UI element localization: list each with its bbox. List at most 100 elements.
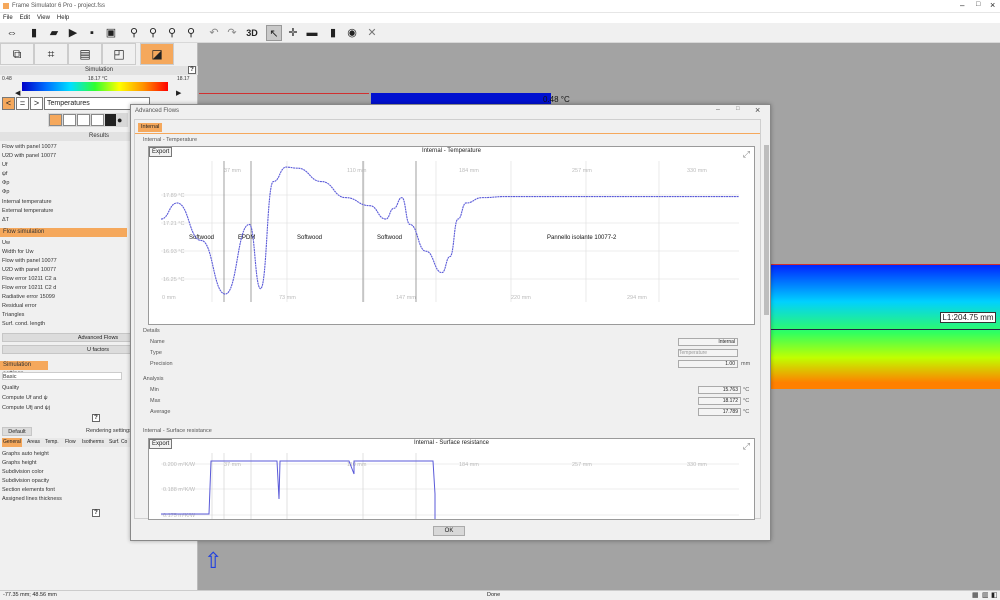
maximize-icon[interactable]: □	[976, 1, 980, 8]
flow-row[interactable]: Surf. cond. length	[2, 320, 45, 328]
region-label: Pannello isolante 10077-2	[547, 235, 617, 241]
result-row[interactable]: U2D with panel 10077	[2, 152, 56, 160]
render-row[interactable]: Graphs auto height	[2, 450, 49, 458]
tab-flow[interactable]: Flow	[65, 438, 76, 447]
type-select[interactable]: Temperature	[678, 349, 738, 357]
pan-arrows-icon[interactable]: ⇔	[4, 25, 20, 41]
help-icon[interactable]: ?	[92, 509, 100, 517]
drop-icon[interactable]: ●	[117, 114, 127, 126]
basic-select[interactable]: Basic	[2, 372, 122, 380]
bottom-tick-label: 0 mm	[162, 295, 176, 301]
maximize-icon[interactable]: □	[736, 106, 740, 112]
menu-file[interactable]: File	[3, 13, 13, 23]
tab-surf[interactable]: Surf. Co	[109, 438, 127, 447]
zoom-window-icon[interactable]: ⚲	[145, 25, 161, 41]
select-pointer-icon[interactable]: ↖	[266, 25, 282, 41]
result-row[interactable]: ΔT	[2, 216, 9, 224]
result-row[interactable]: Uf	[2, 161, 8, 169]
tab-internal[interactable]: Internal	[138, 123, 163, 132]
flow-row[interactable]: Flow error 10211 C2 d	[2, 284, 56, 292]
mixed-mode-icon[interactable]	[91, 114, 104, 126]
next-button[interactable]: >	[30, 97, 43, 110]
precision-input[interactable]: 1.00	[678, 360, 738, 368]
new-file-icon[interactable]: ▮	[26, 25, 42, 41]
flow-row[interactable]: Residual error	[2, 302, 37, 310]
help-icon[interactable]: ?	[92, 414, 100, 422]
zoom-in-icon[interactable]: ⚲	[126, 25, 142, 41]
render-row[interactable]: Subdivision color	[2, 468, 44, 476]
scale-right-arrow-icon[interactable]: ▶	[176, 89, 181, 97]
flow-row[interactable]: Flow with panel 10077	[2, 257, 57, 265]
save-icon[interactable]: ▪	[84, 25, 100, 41]
top-tick-label: 184 mm	[459, 168, 479, 174]
tab-areas[interactable]: Areas	[27, 438, 40, 447]
tab-simulation[interactable]: ◪	[140, 43, 174, 65]
view-3d-button[interactable]: 3D	[244, 25, 260, 41]
cursor-point-icon[interactable]: ✛	[285, 25, 301, 41]
grid-icon[interactable]: ▦	[972, 591, 979, 600]
result-row[interactable]: Internal temperature	[2, 198, 52, 206]
zoom-fit-icon[interactable]: ⚲	[183, 25, 199, 41]
prev-button[interactable]: <	[2, 97, 15, 110]
render-row[interactable]: Graphs height	[2, 459, 37, 467]
flow-row[interactable]: Triangles	[2, 311, 24, 319]
axis-arrow-icon: ⇧	[204, 548, 223, 573]
lines-mode-icon[interactable]	[63, 114, 76, 126]
result-row[interactable]: Φp	[2, 188, 9, 196]
minimize-icon[interactable]: –	[960, 1, 964, 10]
result-row[interactable]: Φp	[2, 179, 9, 187]
dialog-scrollbar[interactable]	[764, 145, 769, 315]
scale-left-arrow-icon[interactable]: ◀	[15, 89, 20, 97]
flow-row[interactable]: U2D with panel 10077	[2, 266, 56, 274]
undo-icon[interactable]: ↶	[206, 25, 222, 41]
tab-grid[interactable]: ⌗	[34, 43, 68, 65]
layout-icon[interactable]: ▥	[982, 591, 989, 600]
open-folder-icon[interactable]: ▰	[46, 25, 62, 41]
render-row[interactable]: Section elements font	[2, 486, 55, 494]
flow-row[interactable]: Uw	[2, 239, 10, 247]
flow-simulation-header[interactable]: Flow simulation	[0, 228, 127, 237]
menu-edit[interactable]: Edit	[20, 13, 30, 23]
setting-row[interactable]: Compute Uf and ψ	[2, 394, 48, 402]
tab-isotherms[interactable]: Isotherms	[82, 438, 104, 447]
result-row[interactable]: ψf	[2, 170, 7, 178]
export-icon[interactable]: ▶	[65, 25, 81, 41]
menu-view[interactable]: View	[37, 13, 50, 23]
outline-mode-icon[interactable]	[77, 114, 90, 126]
close-icon[interactable]: ×	[990, 0, 995, 10]
flow-row[interactable]: Width for Uw	[2, 248, 33, 256]
redo-icon[interactable]: ↷	[224, 25, 240, 41]
setting-row[interactable]: Quality	[2, 384, 19, 392]
name-field[interactable]: Internal	[678, 338, 738, 346]
tab-boundary[interactable]: ◰	[102, 43, 136, 65]
equal-button[interactable]: =	[16, 97, 29, 110]
minimize-icon[interactable]: –	[716, 106, 720, 113]
flow-row[interactable]: Flow error 10211 C2 a	[2, 275, 56, 283]
menu-help[interactable]: Help	[57, 13, 69, 23]
result-row[interactable]: External temperature	[2, 207, 53, 215]
render-row[interactable]: Subdivision opacity	[2, 477, 49, 485]
help-icon[interactable]: ?	[188, 66, 196, 74]
setting-row[interactable]: Compute Ufj and ψj	[2, 404, 50, 412]
zoom-out-icon[interactable]: ⚲	[164, 25, 180, 41]
tab-materials[interactable]: ▤	[68, 43, 102, 65]
render-row[interactable]: Assigned lines thickness	[2, 495, 62, 503]
disabled-cross-icon[interactable]: ✕	[364, 25, 380, 41]
measure-ruler-icon[interactable]: ▬	[304, 25, 320, 41]
flow-row[interactable]: Radiative error 15099	[2, 293, 55, 301]
tab-geometry[interactable]: ⧉	[0, 43, 34, 65]
boundary-line	[199, 93, 369, 94]
comment-icon[interactable]: ▮	[325, 25, 341, 41]
snap-icon[interactable]: ◧	[991, 591, 998, 600]
save-as-icon[interactable]: ▣	[103, 25, 119, 41]
tab-temp[interactable]: Temp.	[45, 438, 59, 447]
ok-button[interactable]: OK	[433, 526, 465, 536]
result-row[interactable]: Flow with panel 10077	[2, 143, 57, 151]
simulation-settings-tab[interactable]: Simulation settings	[0, 361, 48, 377]
tab-general[interactable]: General	[2, 438, 22, 447]
close-icon[interactable]: ×	[755, 105, 760, 115]
default-button[interactable]: Default	[2, 427, 32, 436]
shaded-mode-icon[interactable]	[49, 114, 62, 126]
eye-icon[interactable]: ◉	[344, 25, 360, 41]
solid-mode-icon[interactable]	[105, 114, 116, 126]
